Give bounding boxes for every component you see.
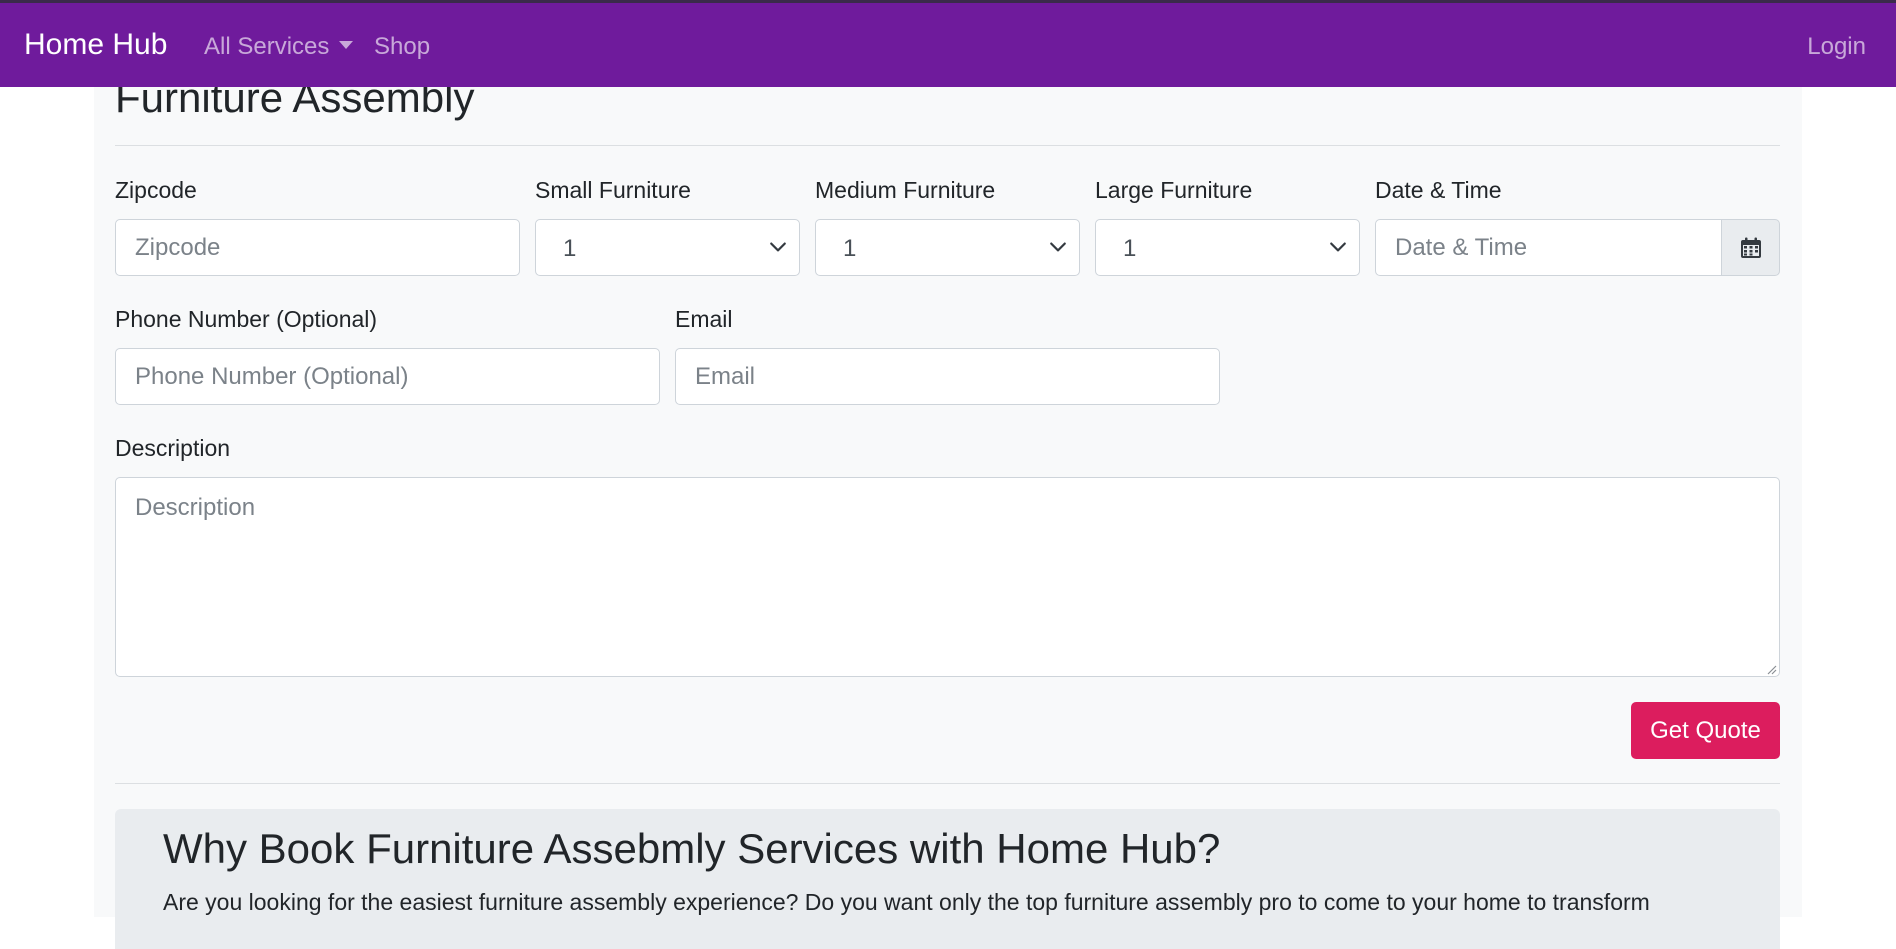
small-furniture-label: Small Furniture [535,177,691,203]
phone-label: Phone Number (Optional) [115,306,378,332]
resize-grip-icon[interactable] [1765,663,1777,675]
chevron-down-icon [1050,242,1066,252]
nav-login-link[interactable]: Login [1807,33,1866,61]
email-input[interactable] [675,348,1220,405]
email-label: Email [675,306,733,332]
why-book-section: Why Book Furniture Assebmly Services wit… [115,809,1780,949]
description-label: Description [115,435,231,461]
datetime-label: Date & Time [1375,177,1502,203]
brand-logo[interactable]: Home Hub [24,28,167,62]
large-furniture-select[interactable]: 1 [1095,219,1360,276]
small-furniture-value: 1 [563,235,577,262]
medium-furniture-label: Medium Furniture [815,177,996,203]
divider [115,783,1780,784]
chevron-down-icon [1330,242,1346,252]
small-furniture-select[interactable]: 1 [535,219,800,276]
divider [115,145,1780,146]
datetime-input[interactable] [1375,219,1722,276]
caret-down-icon [339,40,354,49]
medium-furniture-value: 1 [843,235,857,262]
why-book-text: Are you looking for the easiest furnitur… [163,889,1650,915]
nav-all-services-dropdown[interactable]: All Services [204,33,354,61]
large-furniture-label: Large Furniture [1095,177,1253,203]
description-textarea[interactable] [115,477,1780,677]
zipcode-input[interactable] [115,219,520,276]
phone-input[interactable] [115,348,660,405]
why-book-title: Why Book Furniture Assebmly Services wit… [163,825,1221,872]
get-quote-button[interactable]: Get Quote [1631,702,1780,759]
nav-all-services-label: All Services [204,33,330,60]
medium-furniture-select[interactable]: 1 [815,219,1080,276]
navbar: Home Hub All Services Shop Login [0,3,1896,87]
nav-shop-link[interactable]: Shop [374,33,430,61]
large-furniture-value: 1 [1123,235,1137,262]
zipcode-label: Zipcode [115,177,197,203]
calendar-icon [1741,237,1761,258]
chevron-down-icon [770,242,786,252]
datetime-picker-button[interactable] [1721,219,1780,276]
